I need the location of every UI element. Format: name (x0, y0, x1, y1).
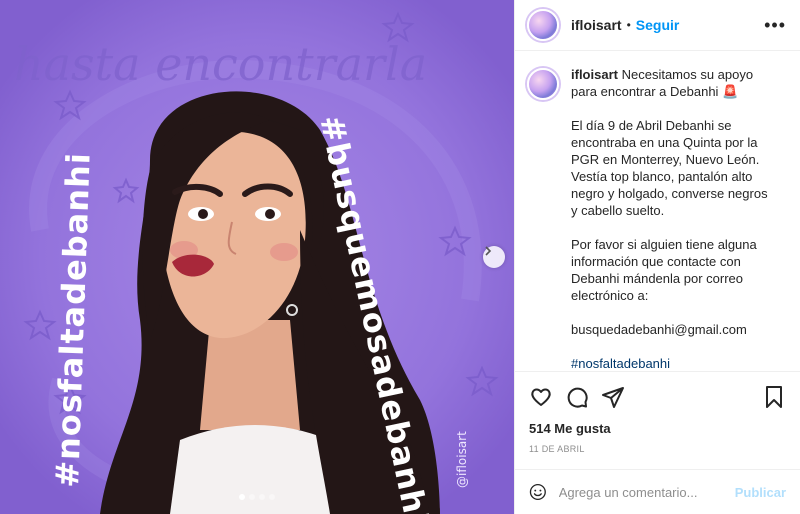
carousel-dot (259, 494, 265, 500)
avatar[interactable] (527, 9, 559, 41)
likes-count[interactable]: 514 Me gusta (529, 421, 611, 436)
separator-dot: • (626, 18, 631, 32)
chevron-right-icon (485, 246, 492, 256)
carousel-dot (269, 494, 275, 500)
more-options-icon[interactable]: ••• (764, 16, 786, 34)
carousel-indicator (0, 494, 514, 500)
heart-icon[interactable] (529, 385, 553, 409)
image-left-text: #nosfaltadebanhi (48, 152, 98, 489)
caption-text: ifloisart Necesitamos su apoyo para enco… (571, 66, 771, 370)
comment-input[interactable] (558, 484, 735, 500)
carousel-dot (249, 494, 255, 500)
publish-button[interactable]: Publicar (735, 485, 786, 500)
caption-paragraph: El día 9 de Abril Debanhi se encontraba … (571, 118, 768, 218)
carousel-next-button[interactable] (483, 246, 505, 268)
caption-hashtags[interactable]: #nosfaltadebanhi #busquemosadebanhi #des… (571, 355, 771, 370)
comment-icon[interactable] (565, 385, 589, 409)
image-signature: @ifloisart (455, 431, 469, 488)
add-comment-bar: Publicar (515, 469, 800, 514)
post-header: ifloisart • Seguir ••• (515, 0, 800, 51)
caption-email: busquedadebanhi@gmail.com (571, 322, 747, 337)
share-icon[interactable] (601, 385, 625, 409)
emoji-icon[interactable] (529, 480, 547, 504)
carousel-dot (239, 494, 245, 500)
image-text-layer: hasta encontrarla #busquemosadebanhi #no… (14, 37, 469, 514)
caption-paragraph: Por favor si alguien tiene alguna inform… (571, 237, 757, 303)
image-right-text: #busquemosadebanhi (312, 112, 436, 514)
post-side-panel: ifloisart • Seguir ••• ifloisart Necesit… (514, 0, 800, 514)
post-date[interactable]: 11 DE ABRIL (529, 444, 585, 454)
caption-username[interactable]: ifloisart (571, 67, 618, 82)
username-link[interactable]: ifloisart (571, 17, 622, 33)
image-top-text: hasta encontrarla (14, 37, 427, 91)
avatar[interactable] (527, 68, 559, 100)
post-actions (515, 371, 800, 421)
post-image[interactable]: hasta encontrarla #busquemosadebanhi #no… (0, 0, 514, 514)
caption-area: ifloisart Necesitamos su apoyo para enco… (515, 52, 800, 370)
follow-button[interactable]: Seguir (636, 17, 680, 33)
bookmark-icon[interactable] (762, 385, 786, 409)
